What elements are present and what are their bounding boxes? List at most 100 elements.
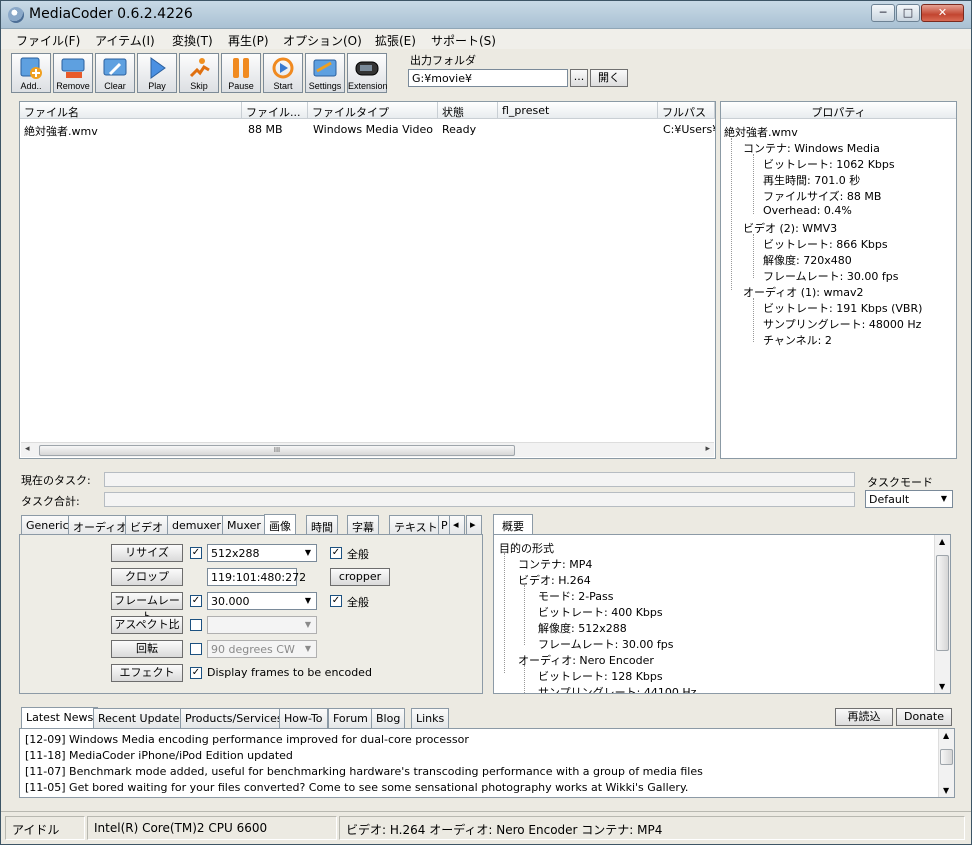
framerate-checkbox[interactable]: ✓	[190, 595, 202, 607]
browse-button[interactable]: ...	[570, 69, 588, 87]
tree-item[interactable]: ファイルサイズ: 88 MB	[763, 188, 881, 204]
column-header-fullpath[interactable]: フルパス	[658, 102, 715, 119]
tree-item[interactable]: チャンネル: 2	[763, 332, 832, 348]
tab-links[interactable]: Links	[411, 708, 450, 728]
reload-button[interactable]: 再読込	[835, 708, 893, 726]
summary-item-root[interactable]: 目的の形式	[499, 540, 554, 556]
resize-select[interactable]: 512x288 ▼	[207, 544, 317, 562]
scroll-thumb[interactable]	[936, 555, 949, 651]
tab-blog[interactable]: Blog	[371, 708, 406, 728]
scroll-thumb[interactable]: III	[39, 445, 515, 456]
chevron-down-icon[interactable]: ▼	[300, 545, 316, 561]
settings-button[interactable]: Settings	[305, 53, 345, 93]
tab-video[interactable]: ビデオ	[125, 515, 168, 535]
rotate-button[interactable]: 回転	[111, 640, 183, 658]
tab-audio[interactable]: オーディオ	[68, 515, 133, 535]
open-folder-button[interactable]: 開く	[590, 69, 628, 87]
scroll-right-icon[interactable]: ▸	[705, 444, 710, 454]
file-list[interactable]: ファイル名 ファイル... ファイルタイプ 状態 fl_preset フルパス …	[19, 101, 716, 459]
start-button[interactable]: Start	[263, 53, 303, 93]
framerate-button[interactable]: フレームレート	[111, 592, 183, 623]
add-button[interactable]: Add..	[11, 53, 51, 93]
news-item[interactable]: [11-18] MediaCoder iPhone/iPod Edition u…	[25, 749, 293, 762]
chevron-down-icon[interactable]: ▼	[300, 593, 316, 609]
menu-support[interactable]: サポート(S)	[431, 32, 496, 49]
menu-convert[interactable]: 変換(T)	[172, 32, 213, 49]
summary-item[interactable]: モード: 2-Pass	[538, 588, 614, 604]
horizontal-scrollbar[interactable]: ◂ III ▸	[21, 442, 714, 457]
rotate-select[interactable]: 90 degrees CW ▼	[207, 640, 317, 658]
column-header-filetype[interactable]: ファイルタイプ	[308, 102, 438, 119]
chevron-down-icon[interactable]: ▼	[300, 617, 316, 633]
rotate-checkbox[interactable]	[190, 643, 202, 655]
resize-checkbox[interactable]: ✓	[190, 547, 202, 559]
tab-summary[interactable]: 概要	[493, 514, 533, 535]
tree-item[interactable]: ビットレート: 866 Kbps	[763, 236, 888, 252]
tab-text[interactable]: テキスト	[389, 515, 443, 535]
column-header-filesize[interactable]: ファイル...	[242, 102, 308, 119]
clear-button[interactable]: Clear	[95, 53, 135, 93]
chevron-down-icon[interactable]: ▼	[300, 641, 316, 657]
scroll-down-icon[interactable]: ▼	[939, 682, 945, 691]
scroll-up-icon[interactable]: ▲	[943, 731, 949, 740]
tree-item[interactable]: フレームレート: 30.00 fps	[763, 268, 898, 284]
pause-button[interactable]: Pause	[221, 53, 261, 93]
menu-item[interactable]: アイテム(I)	[95, 32, 155, 49]
tree-item[interactable]: ビットレート: 191 Kbps (VBR)	[763, 300, 922, 316]
tab-products-services[interactable]: Products/Services	[180, 708, 288, 728]
tab-how-to[interactable]: How-To	[279, 708, 328, 728]
cropper-button[interactable]: cropper	[330, 568, 390, 586]
tab-muxer[interactable]: Muxer	[222, 515, 266, 535]
summary-item-video[interactable]: ビデオ: H.264	[518, 572, 591, 588]
summary-item[interactable]: サンプリングレート: 44100 Hz	[538, 684, 696, 693]
tab-time[interactable]: 時間	[306, 515, 338, 535]
summary-item-container[interactable]: コンテナ: MP4	[518, 556, 592, 572]
scroll-down-icon[interactable]: ▼	[943, 786, 949, 795]
tree-item[interactable]: ビットレート: 1062 Kbps	[763, 156, 895, 172]
scroll-thumb[interactable]	[940, 749, 953, 765]
crop-input[interactable]: 119:101:480:272	[207, 568, 306, 586]
crop-button[interactable]: クロップ	[111, 568, 183, 586]
skip-button[interactable]: Skip	[179, 53, 219, 93]
summary-item[interactable]: フレームレート: 30.00 fps	[538, 636, 673, 652]
remove-button[interactable]: Remove	[53, 53, 93, 93]
effect-button[interactable]: エフェクト	[111, 664, 183, 682]
tab-generic[interactable]: Generic	[21, 515, 74, 535]
summary-item[interactable]: 解像度: 512x288	[538, 620, 627, 636]
menu-file[interactable]: ファイル(F)	[16, 32, 80, 49]
tree-item-container[interactable]: コンテナ: Windows Media	[743, 140, 880, 156]
display-frames-checkbox[interactable]: ✓	[190, 667, 202, 679]
resize-button[interactable]: リサイズ	[111, 544, 183, 562]
donate-button[interactable]: Donate	[896, 708, 952, 726]
title-bar[interactable]: MediaCoder 0.6.2.4226 ─ □ ✕	[1, 1, 971, 29]
menu-play[interactable]: 再生(P)	[228, 32, 269, 49]
output-folder-input[interactable]: G:¥movie¥	[408, 69, 568, 87]
task-mode-select[interactable]: Default ▼	[865, 490, 953, 508]
tab-scroll-right-icon[interactable]: ▸	[466, 515, 482, 535]
menu-options[interactable]: オプション(O)	[283, 32, 362, 49]
extension-button[interactable]: Extension	[347, 53, 388, 93]
framerate-all-checkbox[interactable]: ✓	[330, 595, 342, 607]
menu-extension[interactable]: 拡張(E)	[375, 32, 416, 49]
column-header-filename[interactable]: ファイル名	[20, 102, 242, 119]
close-button[interactable]: ✕	[921, 4, 964, 22]
summary-item[interactable]: ビットレート: 400 Kbps	[538, 604, 663, 620]
news-item[interactable]: [11-05] Get bored waiting for your files…	[25, 781, 688, 794]
summary-scrollbar[interactable]: ▲ ▼	[934, 535, 950, 693]
maximize-button[interactable]: □	[896, 4, 920, 22]
framerate-select[interactable]: 30.000 ▼	[207, 592, 317, 610]
tab-subtitle[interactable]: 字幕	[347, 515, 379, 535]
play-button[interactable]: Play	[137, 53, 177, 93]
aspect-ratio-select[interactable]: ▼	[207, 616, 317, 634]
scroll-up-icon[interactable]: ▲	[939, 537, 945, 546]
minimize-button[interactable]: ─	[871, 4, 895, 22]
tree-item[interactable]: サンプリングレート: 48000 Hz	[763, 316, 921, 332]
chevron-down-icon[interactable]: ▼	[936, 491, 952, 507]
tab-recent-updates[interactable]: Recent Updates	[93, 708, 191, 728]
news-item[interactable]: [12-09] Windows Media encoding performan…	[25, 733, 469, 746]
tab-latest-news[interactable]: Latest News	[21, 707, 99, 728]
tree-item-root[interactable]: 絶対強者.wmv	[724, 124, 798, 140]
tab-image[interactable]: 画像	[264, 514, 296, 535]
tree-item-video[interactable]: ビデオ (2): WMV3	[743, 220, 837, 236]
resize-all-checkbox[interactable]: ✓	[330, 547, 342, 559]
